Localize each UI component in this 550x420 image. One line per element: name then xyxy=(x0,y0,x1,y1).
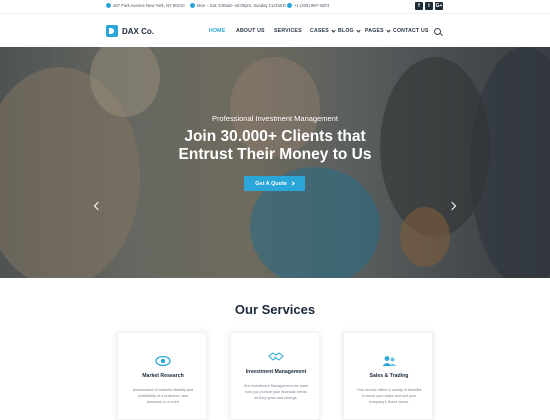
hero-title-line: Join 30.000+ Clients that xyxy=(184,128,366,145)
nav-item-home[interactable]: HOME xyxy=(209,28,225,34)
hours-info: Mon – Sat: 9:00am–18:00pm, Sunday CLOSED xyxy=(190,3,286,8)
nav-item-services[interactable]: SERVICES xyxy=(274,28,302,34)
phone-icon xyxy=(287,3,292,8)
cta-label: Get A Quote xyxy=(255,180,287,187)
service-title: Sales & Trading xyxy=(369,373,409,379)
logo-mark-icon xyxy=(106,25,118,37)
clock-icon xyxy=(190,3,195,8)
brand-name: DAX Co. xyxy=(122,26,154,36)
service-card-investment-management[interactable]: Investment Management Our Investment Man… xyxy=(230,332,320,420)
brand-logo[interactable]: DAX Co. xyxy=(106,25,154,37)
chevron-right-icon xyxy=(290,181,295,186)
hero-title: Join 30.000+ Clients that Entrust Their … xyxy=(0,128,550,164)
service-card-market-research[interactable]: Market Research Assessment of markets st… xyxy=(117,332,207,420)
service-title: Market Research xyxy=(142,373,184,379)
address-info: 267 Park Avenue New York, NY 90210 xyxy=(106,3,185,8)
services-heading: Our Services xyxy=(234,302,316,317)
nav-label: BLOG xyxy=(338,28,354,34)
hours-text: Mon – Sat: 9:00am–18:00pm, Sunday CLOSED xyxy=(197,3,286,8)
phone-text[interactable]: +1 (409) 987–5874 xyxy=(294,3,330,8)
nav-label: ABOUT US xyxy=(236,28,265,34)
twitter-icon[interactable]: t xyxy=(425,2,433,10)
handshake-icon xyxy=(268,352,284,361)
nav-label: CASES xyxy=(310,28,329,34)
nav-label: PAGES xyxy=(365,28,384,34)
top-info-bar: 267 Park Avenue New York, NY 90210 Mon –… xyxy=(0,0,550,13)
nav-item-pages[interactable]: PAGES xyxy=(365,27,391,34)
users-icon xyxy=(382,356,396,366)
googleplus-icon[interactable]: G+ xyxy=(435,2,443,10)
nav-item-about-us[interactable]: ABOUT US xyxy=(236,28,265,34)
nav-item-cases[interactable]: CASES xyxy=(310,27,336,34)
nav-label: CONTACT US xyxy=(393,28,429,34)
service-card-sales-trading[interactable]: Sales & Trading This service offers a va… xyxy=(343,332,433,420)
facebook-icon[interactable]: f xyxy=(415,2,423,10)
nav-label: HOME xyxy=(209,28,226,34)
service-title: Investment Management xyxy=(245,369,307,375)
search-icon[interactable] xyxy=(434,28,441,35)
chevron-down-icon xyxy=(356,27,361,33)
location-icon xyxy=(106,3,111,8)
nav-item-contact-us[interactable]: CONTACT US xyxy=(393,28,429,34)
get-a-quote-button[interactable]: Get A Quote xyxy=(244,176,305,191)
eye-icon xyxy=(155,355,171,367)
service-description: Assessment of markets stability and prof… xyxy=(132,388,194,404)
hero-subtitle: Professional Investment Management xyxy=(212,114,338,123)
chevron-down-icon xyxy=(331,27,336,33)
phone-info[interactable]: +1 (409) 987–5874 xyxy=(287,3,330,8)
chevron-down-icon xyxy=(386,27,391,33)
address-text: 267 Park Avenue New York, NY 90210 xyxy=(113,3,185,8)
hero-title-line: Entrust Their Money to Us xyxy=(178,146,372,163)
main-navbar: DAX Co. HOME ABOUT US SERVICES CASES BLO… xyxy=(0,13,550,47)
service-description: This service offers a variety of benefit… xyxy=(356,388,422,404)
nav-item-blog[interactable]: BLOG xyxy=(338,27,361,34)
nav-label: SERVICES xyxy=(274,28,302,34)
service-description: Our Investment Management we more how yo… xyxy=(243,384,309,400)
